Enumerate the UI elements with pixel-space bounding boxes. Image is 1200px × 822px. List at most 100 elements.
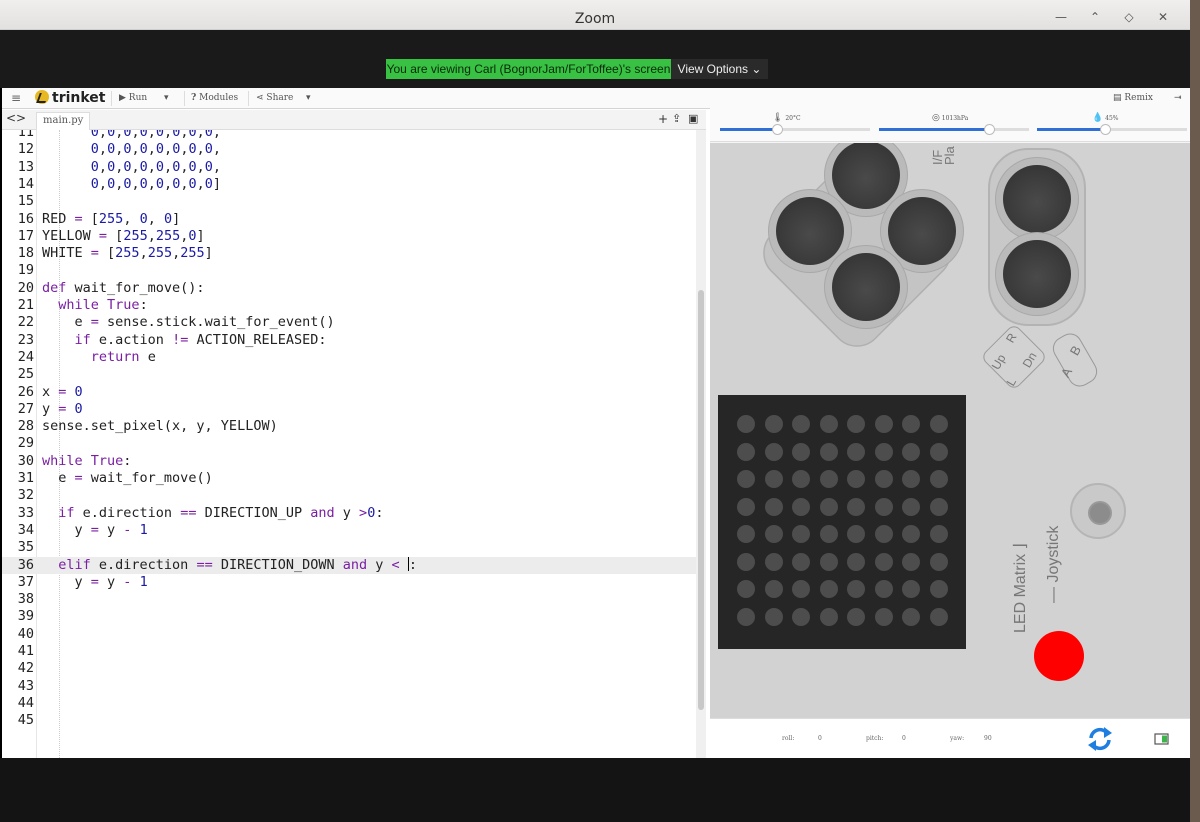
reset-orientation-icon[interactable] [1085, 725, 1115, 753]
code-line[interactable]: 42 [2, 660, 696, 677]
minimize-icon[interactable]: — [1054, 10, 1068, 24]
code-line[interactable]: 16 RED = [255, 0, 0] [2, 211, 696, 228]
hamburger-menu-icon[interactable]: ≡ [11, 88, 21, 109]
trinket-logo[interactable]: trinket [35, 88, 105, 109]
code-text: while True: [42, 452, 132, 469]
dpad-right-button[interactable] [888, 197, 956, 265]
code-line[interactable]: 44 [2, 695, 696, 712]
remix-button[interactable]: ▤ Remix [1113, 88, 1153, 109]
code-text: if e.action != ACTION_RELEASED: [74, 331, 327, 348]
code-line[interactable]: 20 def wait_for_move(): [2, 280, 696, 297]
code-line[interactable]: 33 if e.direction == DIRECTION_UP and y … [2, 505, 696, 522]
code-line[interactable]: 34 y = y - 1 [2, 522, 696, 539]
share-dropdown-icon[interactable]: ▾ [306, 88, 311, 109]
button-b[interactable] [1003, 240, 1071, 308]
file-tab-strip: <> main.py + ⇪ ▣ [2, 110, 706, 130]
code-line[interactable]: 39 [2, 608, 696, 625]
toggle-files-icon[interactable]: <> [6, 111, 26, 125]
code-line[interactable]: 41 [2, 643, 696, 660]
code-line[interactable]: 14 0,0,0,0,0,0,0,0] [2, 176, 696, 193]
restore-icon[interactable]: ◇ [1122, 10, 1136, 24]
dpad-up-button[interactable] [832, 143, 900, 209]
code-line[interactable]: 30 while True: [2, 453, 696, 470]
pitch-label: pitch: [866, 735, 884, 742]
code-text: e = sense.stick.wait_for_event() [42, 314, 335, 331]
code-line[interactable]: 38 [2, 591, 696, 608]
editor-scrollbar[interactable] [696, 130, 706, 758]
slider-knob[interactable] [1099, 124, 1111, 135]
code-line[interactable]: 40 [2, 626, 696, 643]
code-line[interactable]: 19 [2, 262, 696, 279]
code-line[interactable]: 27 y = 0 [2, 401, 696, 418]
line-number: 27 [17, 400, 34, 417]
code-line[interactable]: 15 [2, 193, 696, 210]
code-line[interactable]: 17 YELLOW = [255,255,0] [2, 228, 696, 245]
temperature-slider[interactable] [720, 124, 870, 135]
code-area[interactable]: 11 0,0,0,0,0,0,0,0, 12 0,0,0,0,0,0,0,0, 13… [2, 130, 696, 758]
dpad-left-button[interactable] [776, 197, 844, 265]
led-pixel [792, 607, 810, 626]
code-line[interactable]: 28 sense.set_pixel(x, y, YELLOW) [2, 418, 696, 435]
code-line[interactable]: 29 [2, 435, 696, 452]
view-options-button[interactable]: View Options ⌄ [671, 59, 768, 79]
viewing-status-badge: You are viewing Carl (BognorJam/ForToffe… [386, 59, 671, 79]
code-line[interactable]: 24 return e [2, 349, 696, 366]
close-icon[interactable]: ✕ [1156, 10, 1170, 24]
code-text: y = y - 1 [42, 573, 148, 590]
toggle-3d-icon[interactable] [1154, 733, 1170, 745]
yaw-value: 90 [984, 735, 992, 742]
code-line[interactable]: 11 0,0,0,0,0,0,0,0, [2, 130, 696, 141]
code-line[interactable]: 35 [2, 539, 696, 556]
led-pixel [764, 552, 783, 571]
button-a[interactable] [1003, 165, 1071, 233]
add-file-icon[interactable]: + [658, 112, 668, 126]
code-line[interactable]: 12 0,0,0,0,0,0,0,0, [2, 141, 696, 158]
line-number: 15 [17, 193, 34, 210]
login-icon[interactable]: ⇥ [1174, 88, 1182, 109]
led-pixel [874, 607, 893, 626]
line-number: 24 [17, 348, 34, 365]
code-text: def wait_for_move(): [42, 279, 205, 296]
code-line[interactable]: 21 while True: [2, 297, 696, 314]
dpad-down-button[interactable] [832, 253, 900, 321]
share-button[interactable]: ⋖ Share [256, 88, 293, 109]
code-line[interactable]: 32 [2, 487, 696, 504]
code-line[interactable]: 37 y = y - 1 [2, 574, 696, 591]
line-number: 41 [17, 643, 34, 659]
code-line[interactable]: 36 elif e.direction == DIRECTION_DOWN an… [2, 556, 696, 574]
led-pixel [874, 525, 893, 543]
run-dropdown-icon[interactable]: ▾ [164, 88, 169, 109]
led-pixel [737, 552, 755, 571]
joystick-button[interactable] [1070, 483, 1126, 539]
file-tab-main[interactable]: main.py [36, 112, 91, 130]
trinket-logo-text: trinket [52, 90, 106, 106]
upload-icon[interactable]: ⇪ [672, 112, 681, 125]
humidity-slider[interactable] [1037, 124, 1187, 135]
led-matrix [718, 395, 966, 649]
code-line[interactable]: 23 if e.action != ACTION_RELEASED: [2, 332, 696, 349]
code-line[interactable]: 22 e = sense.stick.wait_for_event() [2, 314, 696, 331]
slider-knob[interactable] [983, 124, 995, 135]
code-line[interactable]: 26 x = 0 [2, 384, 696, 401]
code-line[interactable]: 25 [2, 366, 696, 383]
code-line[interactable]: 43 [2, 678, 696, 695]
line-number: 19 [17, 262, 34, 279]
image-icon[interactable]: ▣ [688, 112, 698, 125]
code-text: e = wait_for_move() [42, 470, 213, 486]
code-text: WHITE = [255,255,255] [42, 245, 213, 262]
led-pixel [819, 415, 838, 433]
scrollbar-thumb[interactable] [698, 290, 704, 710]
modules-button[interactable]: ? Modules [191, 88, 238, 109]
pressure-slider[interactable] [879, 124, 1029, 135]
run-button[interactable]: ▶ Run [119, 88, 147, 109]
code-line[interactable]: 18 WHITE = [255,255,255] [2, 245, 696, 262]
code-line[interactable]: 45 [2, 712, 696, 729]
code-line[interactable]: 13 0,0,0,0,0,0,0,0, [2, 159, 696, 176]
line-number: 30 [17, 452, 34, 469]
share-icon: ⋖ [256, 93, 264, 103]
code-line[interactable]: 31 e = wait_for_move() [2, 470, 696, 487]
led-pixel [737, 415, 755, 433]
slider-knob[interactable] [772, 124, 783, 135]
maximize-icon[interactable]: ⌃ [1088, 10, 1102, 24]
line-number: 14 [17, 175, 34, 192]
